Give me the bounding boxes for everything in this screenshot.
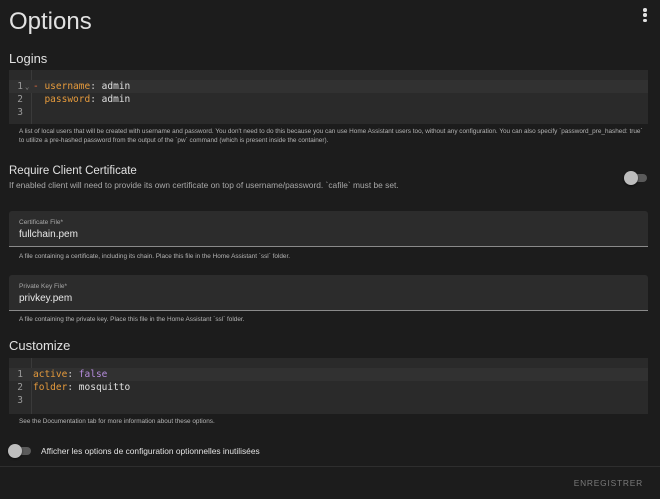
yaml-value: admin [101, 81, 131, 92]
show-unused-label: Afficher les options de configuration op… [41, 446, 260, 456]
logins-helper-text: A list of local users that will be creat… [19, 128, 643, 144]
certfile-label: Certificate File* [19, 219, 64, 226]
code-line[interactable]: 1 ⌄ - username: admin [9, 80, 648, 93]
yaml-colon: : [90, 81, 102, 92]
yaml-key: folder [33, 382, 68, 393]
line-number: 1 [17, 81, 23, 92]
line-number: 2 [17, 382, 23, 393]
keyfile-field[interactable]: Private Key File* privkey.pem [9, 275, 648, 311]
yaml-value: admin [101, 94, 131, 105]
certfile-field[interactable]: Certificate File* fullchain.pem [9, 211, 648, 247]
keyfile-value[interactable]: privkey.pem [19, 293, 72, 304]
yaml-key: password [44, 94, 91, 105]
line-number: 3 [17, 107, 23, 118]
yaml-value: false [78, 369, 108, 380]
toggle-thumb [624, 171, 638, 185]
options-card: Options Logins 1 ⌄ - username: admin 2 p… [0, 0, 660, 499]
yaml-value: mosquitto [78, 382, 131, 393]
yaml-colon: : [90, 94, 102, 105]
line-number: 2 [17, 94, 23, 105]
require-cert-description: If enabled client will need to provide i… [9, 180, 399, 190]
code-text: active: false [33, 368, 107, 381]
code-text: folder: mosquitto [33, 381, 130, 394]
yaml-key: username [44, 81, 91, 92]
code-line[interactable]: 3 [9, 106, 648, 119]
dot [643, 13, 647, 17]
yaml-key: active [33, 369, 68, 380]
certfile-helper-text: A file containing a certificate, includi… [19, 253, 291, 260]
line-number: 3 [17, 395, 23, 406]
code-line[interactable]: 2 folder: mosquitto [9, 381, 648, 394]
dot [643, 18, 647, 22]
yaml-indent [33, 94, 44, 105]
certfile-value[interactable]: fullchain.pem [19, 229, 78, 240]
keyfile-helper-text: A file containing the private key. Place… [19, 316, 245, 323]
require-cert-title: Require Client Certificate [9, 165, 137, 177]
toggle-thumb [8, 444, 22, 458]
page-title: Options [9, 8, 92, 35]
code-line[interactable]: 2 password: admin [9, 93, 648, 106]
customize-helper-text: See the Documentation tab for more infor… [19, 418, 215, 425]
code-line[interactable]: 1 active: false [9, 368, 648, 381]
dots-vertical-icon [643, 8, 647, 12]
require-cert-toggle[interactable] [624, 171, 648, 185]
overflow-menu-button[interactable] [640, 7, 650, 23]
code-text: - username: admin [33, 80, 130, 93]
logins-code-editor[interactable]: 1 ⌄ - username: admin 2 password: admin … [9, 70, 648, 124]
code-line[interactable]: 3 [9, 394, 648, 407]
customize-code-editor[interactable]: 1 active: false 2 folder: mosquitto 3 [9, 358, 648, 414]
keyfile-label: Private Key File* [19, 283, 68, 290]
card-actions-divider [0, 466, 660, 467]
line-number: 1 [17, 369, 23, 380]
save-button[interactable]: ENREGISTRER [574, 478, 643, 488]
code-text: password: admin [33, 93, 130, 106]
show-unused-toggle[interactable] [8, 444, 32, 458]
logins-title: Logins [9, 51, 48, 66]
customize-title: Customize [9, 338, 71, 353]
yaml-colon: : [67, 369, 79, 380]
yaml-colon: : [67, 382, 79, 393]
yaml-dash: - [33, 81, 45, 92]
